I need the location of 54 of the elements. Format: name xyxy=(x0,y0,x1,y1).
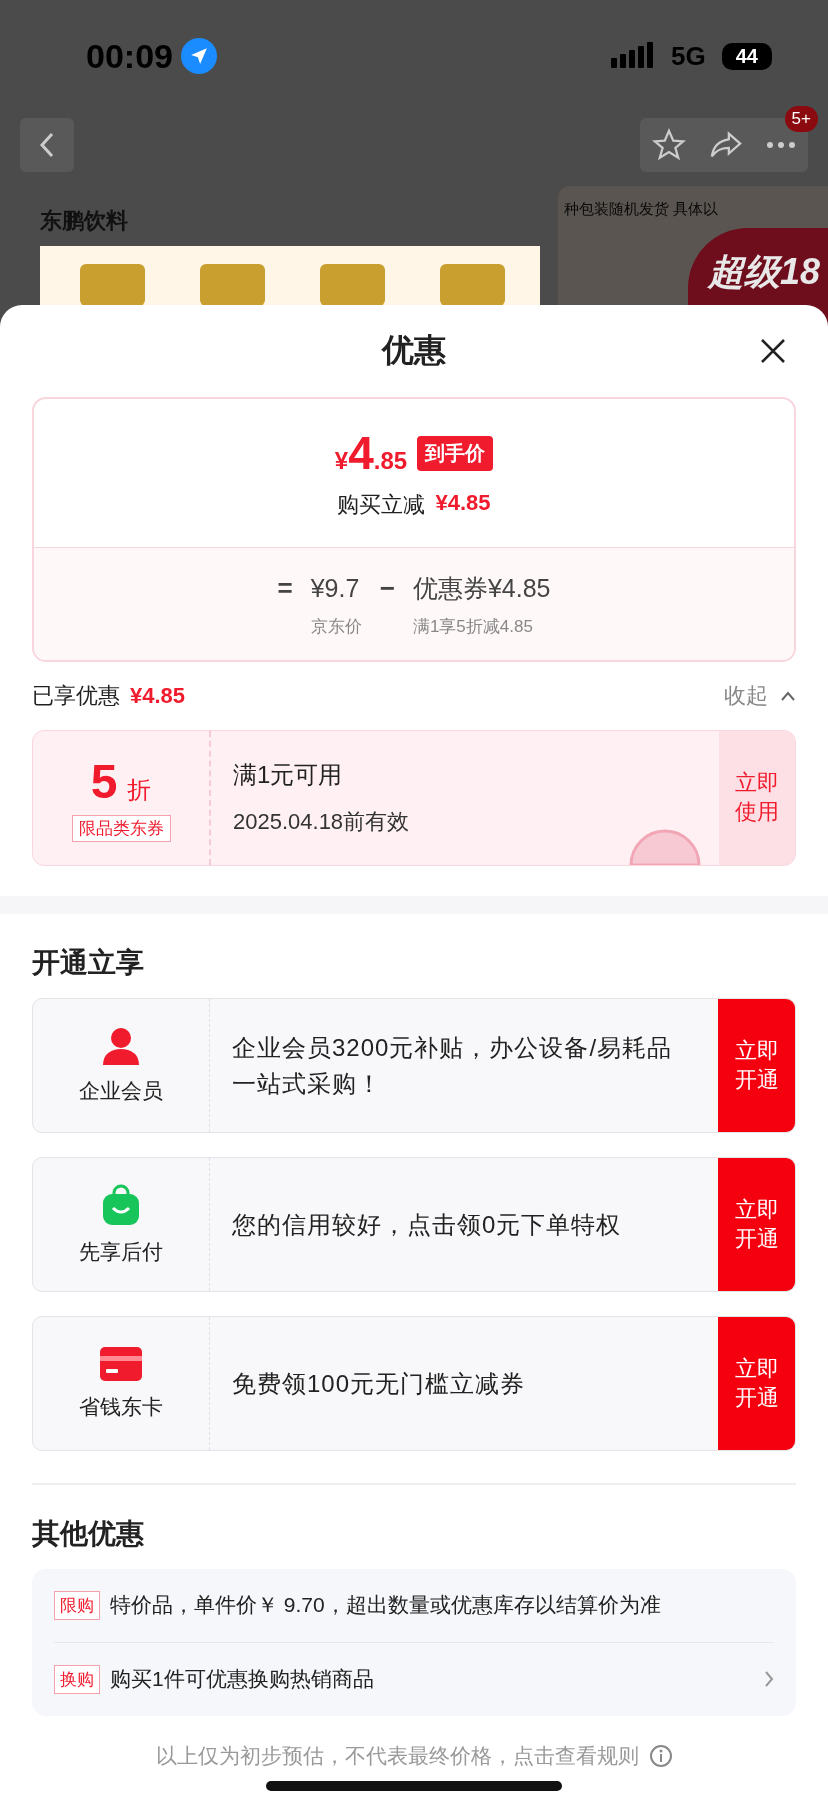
battery-indicator: 44 xyxy=(721,42,772,70)
person-icon xyxy=(101,1026,141,1065)
back-button[interactable] xyxy=(20,118,74,172)
equals-sign: = xyxy=(277,571,293,605)
banner-text: 种包装随机发货 具体以 xyxy=(564,200,719,217)
service-name: 省钱东卡 xyxy=(79,1393,163,1420)
reduce-label: 购买立减 xyxy=(337,491,426,519)
section-title: 开通立享 xyxy=(31,946,145,980)
offer-text: 特价品，单件价￥ 9.70，超出数量或优惠库存以结算价为准 xyxy=(110,1592,662,1618)
price-tag: 到手价 xyxy=(417,435,494,471)
close-icon[interactable] xyxy=(760,338,786,364)
chevron-up-icon xyxy=(780,691,796,701)
coupon-description: 满1享5折减4.85 xyxy=(412,615,534,638)
offer-tag: 换购 xyxy=(54,1664,100,1694)
coupon-type-tag: 限品类东券 xyxy=(71,815,171,842)
reduce-value: ¥4.85 xyxy=(435,490,491,517)
info-icon[interactable] xyxy=(648,1743,673,1768)
brand-name: 东鹏饮料 xyxy=(40,207,129,235)
rules-link[interactable]: 以上仅为初步预估，不代表最终价格，点击查看规则 xyxy=(155,1741,639,1770)
enjoyed-value: ¥4.85 xyxy=(130,683,186,709)
card-icon xyxy=(100,1346,142,1381)
signal-icon xyxy=(611,42,654,70)
minus-sign: − xyxy=(379,571,395,605)
base-price: ¥9.7 xyxy=(310,572,361,604)
collapse-toggle[interactable]: 收起 xyxy=(724,681,796,711)
final-price: ¥4.85 xyxy=(334,426,408,480)
use-now-button[interactable]: 立即使用 xyxy=(719,731,795,865)
service-name: 先享后付 xyxy=(79,1238,163,1265)
service-name: 企业会员 xyxy=(79,1077,163,1104)
discount-value: 5 xyxy=(90,754,118,809)
coupon-condition: 满1元可用 xyxy=(233,760,344,790)
more-icon[interactable] xyxy=(766,141,797,149)
coupon-amount: 优惠券¥4.85 xyxy=(412,572,551,604)
section-title: 其他优惠 xyxy=(31,1516,145,1551)
service-description: 企业会员3200元补贴，办公设备/易耗品一站式采购！ xyxy=(231,1032,674,1099)
enjoyed-label: 已享优惠 xyxy=(32,682,120,710)
offer-tag: 限购 xyxy=(54,1590,100,1620)
network-label: 5G xyxy=(671,40,706,72)
chevron-right-icon[interactable] xyxy=(764,1670,774,1688)
sheet-title: 优惠 xyxy=(382,331,446,370)
notification-badge: 5+ xyxy=(784,106,818,132)
star-icon[interactable] xyxy=(651,128,686,162)
coupon-validity: 2025.04.18前有效 xyxy=(233,808,411,836)
discount-unit: 折 xyxy=(127,775,152,805)
base-price-label: 京东价 xyxy=(310,615,362,638)
back-icon xyxy=(39,131,55,159)
shopping-bag-icon xyxy=(101,1183,141,1226)
service-description: 免费领100元无门槛立减券 xyxy=(231,1368,527,1399)
status-time: 00:09 xyxy=(86,36,173,76)
activate-button[interactable]: 立即开通 xyxy=(718,999,795,1132)
offer-text: 购买1件可优惠换购热销商品 xyxy=(110,1666,375,1692)
activate-button[interactable]: 立即开通 xyxy=(718,1317,795,1450)
service-description: 您的信用较好，点击领0元下单特权 xyxy=(231,1209,623,1240)
activate-button[interactable]: 立即开通 xyxy=(718,1158,795,1291)
